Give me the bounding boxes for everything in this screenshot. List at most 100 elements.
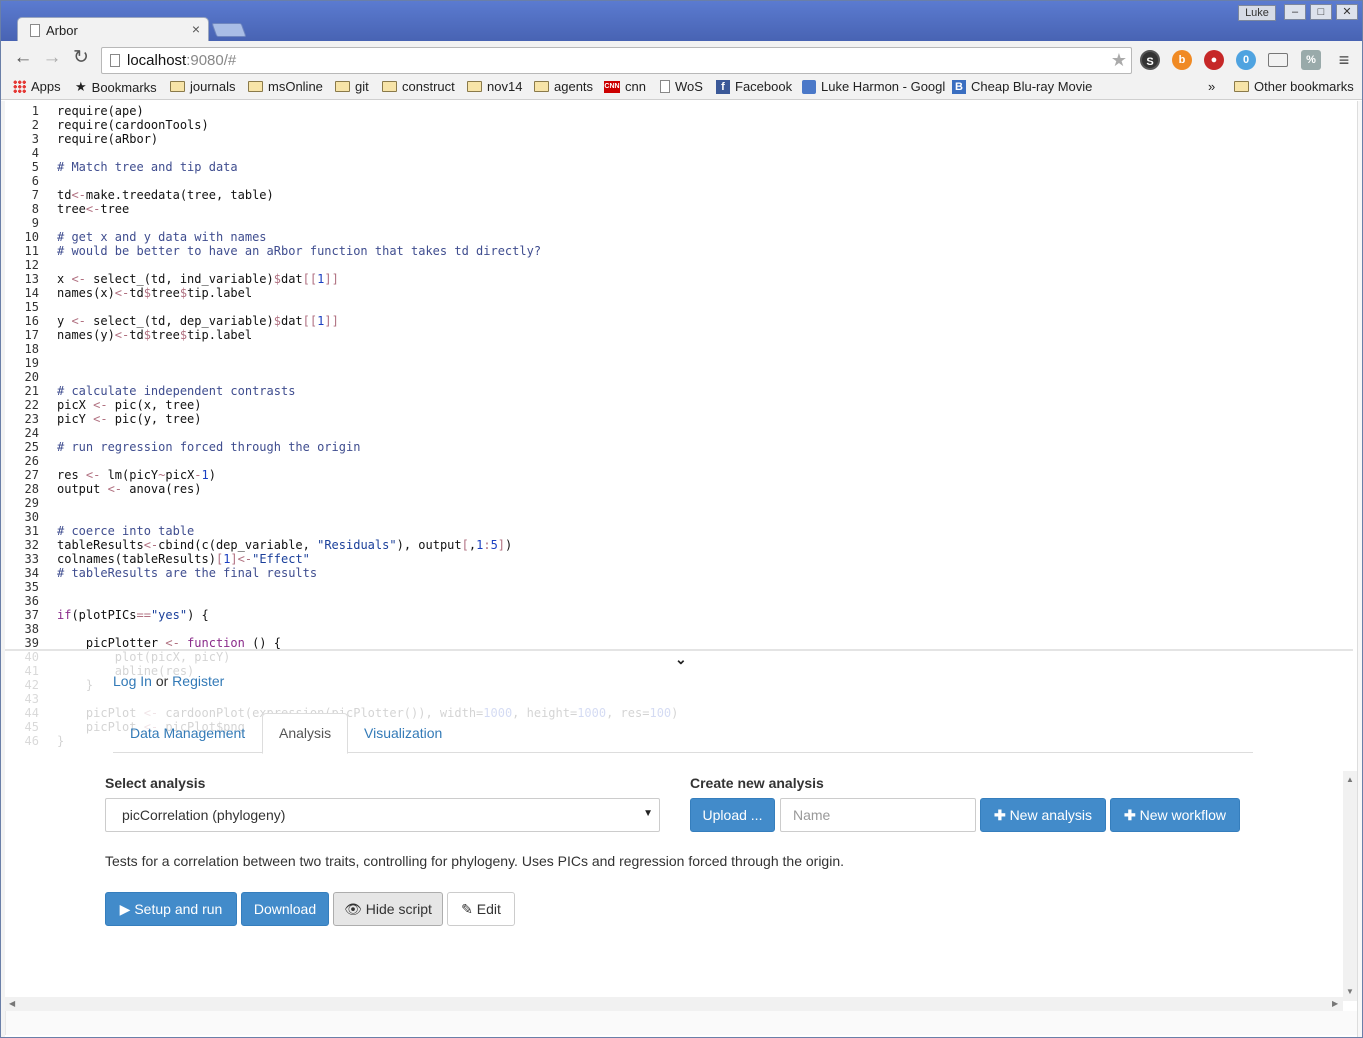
code-line[interactable]: 39 picPlotter <- function () { [5, 636, 1345, 650]
horizontal-scrollbar[interactable]: ◀ ▶ [5, 997, 1343, 1011]
extension-percent-icon[interactable]: % [1301, 50, 1321, 70]
bookmark-journals[interactable]: journals [170, 79, 236, 94]
bookmark-apps[interactable]: Apps [13, 79, 61, 94]
bookmark-star-icon[interactable]: ★ [1111, 50, 1127, 71]
page-scrollbar[interactable] [1357, 101, 1362, 1037]
analysis-name-input[interactable] [780, 798, 976, 832]
code-line[interactable]: 20 [5, 370, 1345, 384]
tab-analysis[interactable]: Analysis [262, 713, 349, 754]
code-line[interactable]: 34 # tableResults are the final results [5, 566, 1345, 580]
edit-button[interactable]: ✎ Edit [447, 892, 515, 926]
login-link[interactable]: Log In [113, 673, 152, 689]
scroll-right-icon[interactable]: ▶ [1332, 999, 1338, 1008]
code-line[interactable]: 13 x <- select_(td, ind_variable)$dat[[1]… [5, 272, 1345, 286]
bookmark-construct[interactable]: construct [382, 79, 455, 94]
code-line[interactable]: 38 [5, 622, 1345, 636]
setup-and-run-button[interactable]: ▶ Setup and run [105, 892, 237, 926]
code-line[interactable]: 37 if(plotPICs=="yes") { [5, 608, 1345, 622]
analysis-select[interactable]: picCorrelation (phylogeny) ▼ [105, 798, 660, 832]
upload-button[interactable]: Upload ... [690, 798, 775, 832]
code-token: ] [497, 538, 506, 552]
tab-visualization[interactable]: Visualization [347, 713, 459, 753]
close-window-icon[interactable]: ✕ [1336, 4, 1358, 20]
code-line[interactable]: 21 # calculate independent contrasts [5, 384, 1345, 398]
extension-s-icon[interactable]: S [1140, 50, 1160, 70]
scroll-left-icon[interactable]: ◀ [9, 999, 15, 1008]
code-line[interactable]: 22 picX <- pic(x, tree) [5, 398, 1345, 412]
vertical-scrollbar[interactable]: ▲ ▼ [1343, 771, 1357, 1001]
back-icon[interactable]: ← [12, 48, 34, 68]
code-line[interactable]: 29 [5, 496, 1345, 510]
bookmark-bookmarks[interactable]: ★ Bookmarks [75, 79, 157, 95]
code-line[interactable]: 12 [5, 258, 1345, 272]
tab-data-management[interactable]: Data Management [113, 713, 262, 753]
adblock-icon[interactable]: ● [1204, 50, 1224, 70]
code-line[interactable]: 14 names(x)<-td$tree$tip.label [5, 286, 1345, 300]
code-line[interactable]: 31 # coerce into table [5, 524, 1345, 538]
code-line[interactable]: 3 require(aRbor) [5, 132, 1345, 146]
bookmark-msonline[interactable]: msOnline [248, 79, 323, 94]
code-line[interactable]: 19 [5, 356, 1345, 370]
code-line[interactable]: 23 picY <- pic(y, tree) [5, 412, 1345, 426]
code-line[interactable]: 18 [5, 342, 1345, 356]
new-workflow-button[interactable]: ✚ New workflow [1110, 798, 1240, 832]
profile-badge[interactable]: Luke [1238, 5, 1276, 21]
code-line[interactable]: 33 colnames(tableResults)[1]<-"Effect" [5, 552, 1345, 566]
code-line[interactable]: 2 require(cardoonTools) [5, 118, 1345, 132]
close-tab-icon[interactable]: × [192, 21, 200, 37]
menu-icon[interactable]: ≡ [1334, 50, 1354, 70]
forward-icon[interactable]: → [41, 48, 63, 68]
bookmark-cnn[interactable]: CNN cnn [604, 79, 646, 94]
code-line[interactable]: 30 [5, 510, 1345, 524]
code-line[interactable]: 7 td<-make.treedata(tree, table) [5, 188, 1345, 202]
scroll-up-icon[interactable]: ▲ [1346, 775, 1354, 784]
bookmark-other[interactable]: Other bookmarks [1234, 79, 1354, 94]
maximize-icon[interactable]: □ [1310, 4, 1332, 20]
address-bar[interactable]: localhost:9080/# ★ [101, 47, 1132, 74]
code-line[interactable]: 15 [5, 300, 1345, 314]
bookmark-bluray[interactable]: B Cheap Blu-ray Movie [952, 79, 1092, 94]
chevron-down-icon[interactable]: ⌄ [675, 651, 687, 668]
bookmark-agents[interactable]: agents [534, 79, 593, 94]
reload-icon[interactable]: ↻ [70, 48, 92, 68]
scroll-down-icon[interactable]: ▼ [1346, 987, 1354, 996]
extension-b-icon[interactable]: b [1172, 50, 1192, 70]
bookmark-git[interactable]: git [335, 79, 369, 94]
minimize-icon[interactable]: – [1284, 4, 1306, 20]
code-line[interactable]: 26 [5, 454, 1345, 468]
new-tab-button[interactable] [211, 23, 247, 37]
code-line[interactable]: 28 output <- anova(res) [5, 482, 1345, 496]
new-analysis-button[interactable]: ✚ New analysis [980, 798, 1106, 832]
download-button[interactable]: Download [241, 892, 329, 926]
hide-script-button[interactable]: 👁 Hide script [333, 892, 443, 926]
code-line[interactable]: 24 [5, 426, 1345, 440]
bookmarks-overflow[interactable]: » [1208, 79, 1215, 94]
code-line[interactable]: 9 [5, 216, 1345, 230]
code-line[interactable]: 36 [5, 594, 1345, 608]
code-line[interactable]: 43 [5, 692, 1345, 706]
code-line[interactable]: 35 [5, 580, 1345, 594]
code-line[interactable]: 11 # would be better to have an aRbor fun… [5, 244, 1345, 258]
code-token: function [187, 636, 245, 650]
bookmark-wos[interactable]: WoS [660, 79, 703, 94]
ghostery-icon[interactable]: 0 [1236, 50, 1256, 70]
bookmark-facebook[interactable]: f Facebook [716, 79, 792, 94]
code-line[interactable]: 25 # run regression forced through the or… [5, 440, 1345, 454]
code-line[interactable]: 8 tree<-tree [5, 202, 1345, 216]
code-line[interactable]: 1 require(ape) [5, 104, 1345, 118]
code-line[interactable]: 16 y <- select_(td, dep_variable)$dat[[1]… [5, 314, 1345, 328]
code-line[interactable]: 5 # Match tree and tip data [5, 160, 1345, 174]
browser-tab[interactable]: Arbor × [17, 17, 209, 43]
cast-icon[interactable] [1268, 53, 1288, 67]
line-number: 25 [24, 440, 39, 454]
code-line[interactable]: 6 [5, 174, 1345, 188]
code-line[interactable]: 4 [5, 146, 1345, 160]
register-link[interactable]: Register [172, 673, 224, 689]
code-line[interactable]: 27 res <- lm(picY~picX-1) [5, 468, 1345, 482]
bookmark-nov14[interactable]: nov14 [467, 79, 522, 94]
code-token: <- [85, 202, 101, 216]
code-line[interactable]: 32 tableResults<-cbind(c(dep_variable, "R… [5, 538, 1345, 552]
bookmark-scholar[interactable]: Luke Harmon - Googl [802, 79, 945, 94]
code-line[interactable]: 17 names(y)<-td$tree$tip.label [5, 328, 1345, 342]
code-line[interactable]: 10 # get x and y data with names [5, 230, 1345, 244]
